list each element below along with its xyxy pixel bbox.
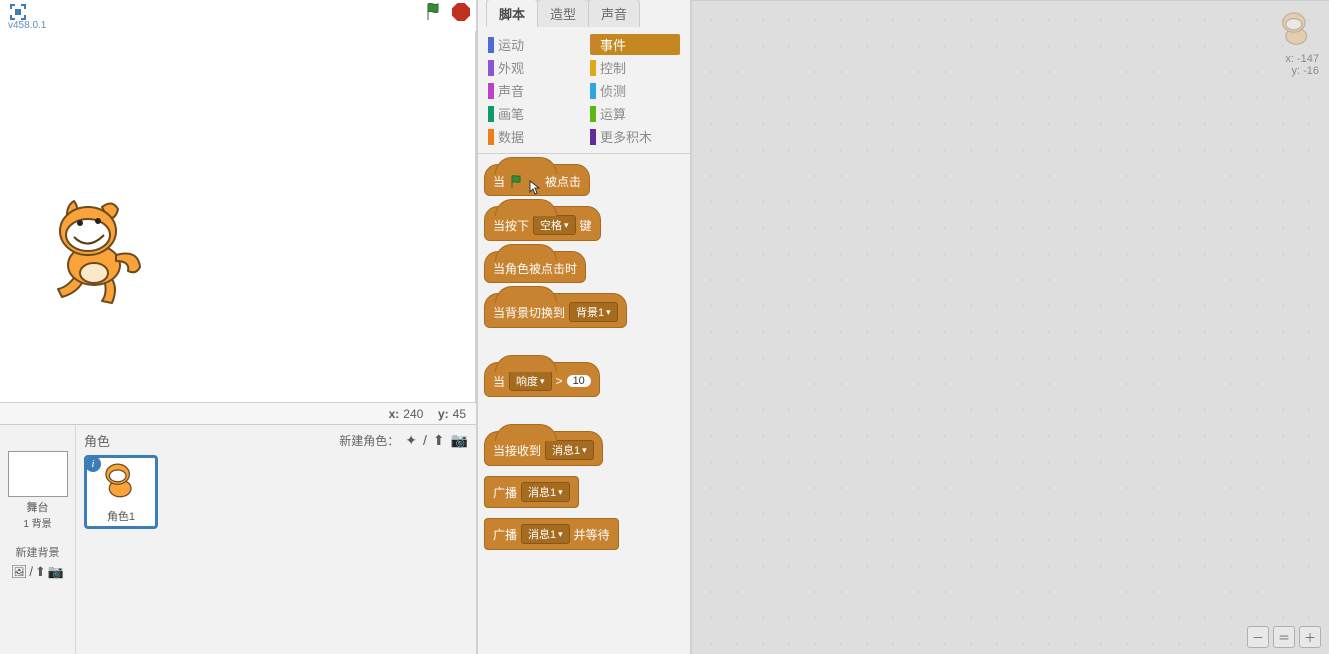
green-flag-mini-icon: [509, 174, 525, 190]
cat-more[interactable]: 更多积木: [590, 126, 680, 147]
tab-costumes[interactable]: 造型: [537, 0, 589, 27]
paint-backdrop-icon[interactable]: /: [29, 564, 33, 580]
sprite-coords-readout: x: -147 y: -16: [1275, 9, 1319, 77]
cat-looks[interactable]: 外观: [488, 57, 578, 78]
cat-pen[interactable]: 画笔: [488, 103, 578, 124]
cat-sensing[interactable]: 侦测: [590, 80, 680, 101]
cat-events[interactable]: 事件: [590, 34, 680, 55]
zoom-in-button[interactable]: ＋: [1299, 626, 1321, 648]
zoom-out-button[interactable]: －: [1247, 626, 1269, 648]
stage-coords: x:240 y:45: [0, 403, 476, 425]
block-when-key-pressed[interactable]: 当按下 空格 键: [484, 206, 601, 241]
scripts-area[interactable]: x: -147 y: -16 － ＝ ＋: [692, 0, 1329, 654]
backdrop-count: 1 背景: [4, 515, 71, 530]
cat-motion[interactable]: 运动: [488, 34, 578, 55]
message-dropdown-2[interactable]: 消息1: [521, 482, 570, 502]
cat-sound[interactable]: 声音: [488, 80, 578, 101]
zoom-controls: － ＝ ＋: [1247, 626, 1321, 648]
cat-data[interactable]: 数据: [488, 126, 578, 147]
choose-sprite-icon[interactable]: ✦: [405, 432, 417, 449]
stage[interactable]: [0, 31, 476, 403]
choose-backdrop-icon[interactable]: 🖼: [11, 564, 28, 580]
block-when-loudness[interactable]: 当 响度 > 10: [484, 362, 600, 397]
stage-label: 舞台: [4, 499, 71, 515]
upload-backdrop-icon[interactable]: ⬆: [35, 564, 46, 580]
block-when-receive[interactable]: 当接收到 消息1: [484, 431, 603, 466]
key-dropdown[interactable]: 空格: [533, 215, 576, 235]
block-when-sprite-clicked[interactable]: 当角色被点击时: [484, 251, 586, 283]
paint-sprite-icon[interactable]: /: [423, 432, 427, 449]
blocks-palette: 当 被点击 当按下 空格 键 当角色被点击时 当背景切换到 背景1: [478, 154, 690, 560]
sprites-header: 角色: [84, 431, 110, 450]
editor-tabs: 脚本 造型 声音: [478, 0, 690, 27]
new-sprite-label: 新建角色：: [339, 432, 399, 449]
block-categories: 运动 事件 外观 控制 声音 侦测 画笔 运算 数据 更多积木: [478, 28, 690, 154]
cat-control[interactable]: 控制: [590, 57, 680, 78]
upload-sprite-icon[interactable]: ⬆: [433, 432, 445, 449]
tab-sounds[interactable]: 声音: [588, 0, 640, 27]
version-label: v458.0.1: [2, 20, 476, 31]
sprite-name: 角色1: [107, 508, 135, 524]
block-broadcast[interactable]: 广播 消息1: [484, 476, 579, 508]
message-dropdown-3[interactable]: 消息1: [521, 524, 570, 544]
sprite-on-stage[interactable]: [46, 197, 146, 307]
block-when-flag-clicked[interactable]: 当 被点击: [484, 164, 590, 196]
tab-scripts[interactable]: 脚本: [486, 0, 538, 27]
cat-operators[interactable]: 运算: [590, 103, 680, 124]
stage-thumb-column: 舞台 1 背景 新建背景 🖼 / ⬆ 📷: [0, 425, 76, 654]
camera-backdrop-icon[interactable]: 📷: [48, 564, 64, 580]
block-when-backdrop-switches[interactable]: 当背景切换到 背景1: [484, 293, 627, 328]
zoom-reset-button[interactable]: ＝: [1273, 626, 1295, 648]
camera-sprite-icon[interactable]: 📷: [451, 432, 468, 449]
sprite-info-icon[interactable]: i: [85, 456, 101, 472]
new-backdrop-label: 新建背景: [4, 544, 71, 560]
stage-thumbnail[interactable]: [8, 451, 68, 497]
stop-icon[interactable]: [452, 3, 470, 21]
loudness-value[interactable]: 10: [567, 375, 591, 387]
block-broadcast-wait[interactable]: 广播 消息1 并等待: [484, 518, 619, 550]
stage-pane: v458.0.1: [0, 0, 478, 654]
loudness-dropdown[interactable]: 响度: [509, 371, 552, 391]
backdrop-dropdown[interactable]: 背景1: [569, 302, 618, 322]
mini-sprite-icon: [1275, 9, 1319, 53]
message-dropdown-1[interactable]: 消息1: [545, 440, 594, 460]
palette-pane: 脚本 造型 声音 运动 事件 外观 控制 声音 侦测 画笔 运算 数据 更多积木…: [478, 0, 692, 654]
sprite-thumbnail[interactable]: i 角色1: [84, 455, 158, 529]
